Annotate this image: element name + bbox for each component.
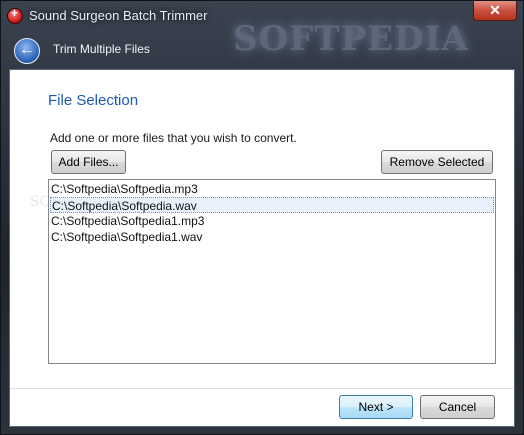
file-list[interactable]: C:\Softpedia\Softpedia.mp3 C:\Softpedia\…	[48, 179, 496, 364]
window-title: Sound Surgeon Batch Trimmer	[29, 8, 208, 23]
add-files-button[interactable]: Add Files...	[51, 150, 126, 174]
wizard-page-title: Trim Multiple Files	[53, 42, 150, 56]
next-button[interactable]: Next >	[339, 395, 413, 419]
file-list-item[interactable]: C:\Softpedia\Softpedia.mp3	[50, 181, 494, 197]
wizard-content-panel: File Selection SOFTPEDIA Add one or more…	[9, 69, 515, 427]
app-icon	[7, 6, 23, 24]
cancel-button[interactable]: Cancel	[420, 395, 495, 419]
back-button[interactable]: ←	[14, 38, 40, 64]
title-bar[interactable]: Sound Surgeon Batch Trimmer SOFTPEDIA ✕	[1, 1, 523, 59]
close-button[interactable]: ✕	[473, 1, 517, 21]
file-list-item[interactable]: C:\Softpedia\Softpedia1.mp3	[50, 213, 494, 229]
instruction-text: Add one or more files that you wish to c…	[50, 131, 297, 145]
file-list-item[interactable]: C:\Softpedia\Softpedia1.wav	[50, 229, 494, 245]
section-title: File Selection	[48, 92, 139, 109]
footer-divider	[10, 388, 514, 389]
app-window: Sound Surgeon Batch Trimmer SOFTPEDIA ✕ …	[0, 0, 524, 435]
file-list-item-selected[interactable]: C:\Softpedia\Softpedia.wav	[50, 197, 494, 213]
softpedia-watermark: SOFTPEDIA	[233, 19, 469, 59]
remove-selected-button[interactable]: Remove Selected	[381, 150, 493, 174]
